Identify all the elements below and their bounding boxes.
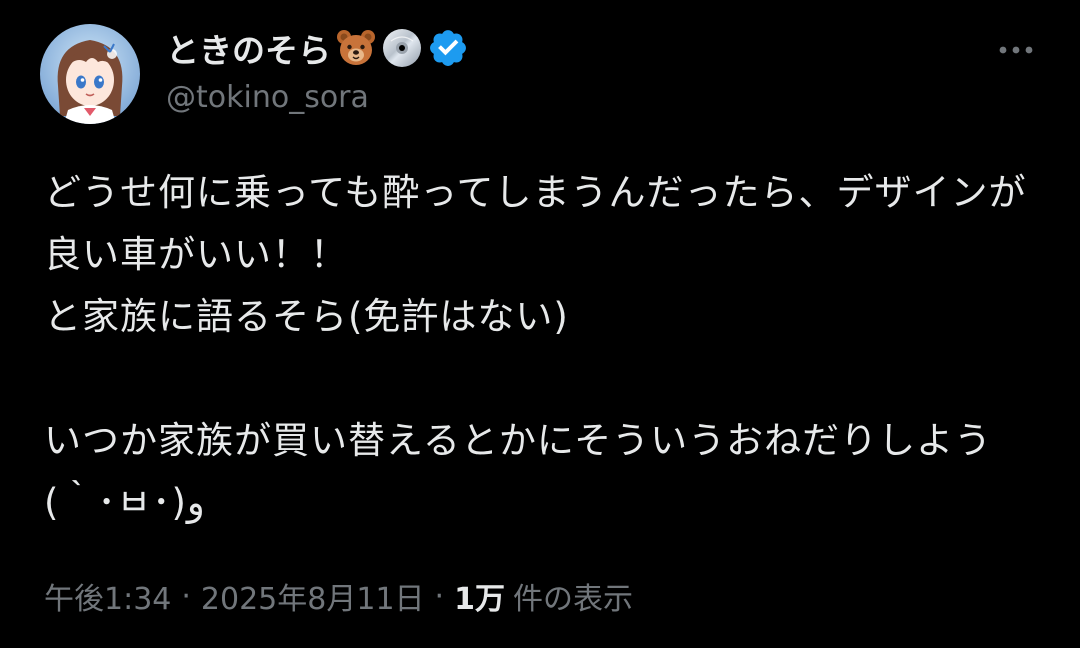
tweet-time[interactable]: 午後1:34 — [44, 574, 171, 618]
tweet-text: どうせ何に乗っても酔ってしまうんだったら、デザインが良い車がいい！！ と家族に語… — [44, 171, 1027, 524]
tweet-date[interactable]: 2025年8月11日 — [201, 574, 425, 618]
tweet-meta: 午後1:34 · 2025年8月11日 · 1万 件の表示 — [44, 572, 633, 620]
views-count: 1万 — [454, 582, 505, 617]
author-name-row: ときのそら — [166, 24, 469, 72]
author-handle[interactable]: @tokino_sora — [166, 80, 369, 115]
verified-badge-icon — [427, 27, 469, 69]
meta-separator: · — [434, 578, 445, 614]
views-label: 件の表示 — [512, 582, 633, 617]
bear-face-icon — [335, 27, 377, 69]
meta-separator: · — [181, 578, 191, 614]
tweet: ときのそら @tokino_sora どうせ何に乗っても酔ってしまうんだったら、… — [0, 0, 1080, 648]
more-horizontal-icon[interactable] — [996, 38, 1036, 62]
display-name[interactable]: ときのそら — [166, 24, 331, 72]
avatar[interactable] — [40, 24, 140, 124]
dvd-icon — [381, 27, 423, 69]
